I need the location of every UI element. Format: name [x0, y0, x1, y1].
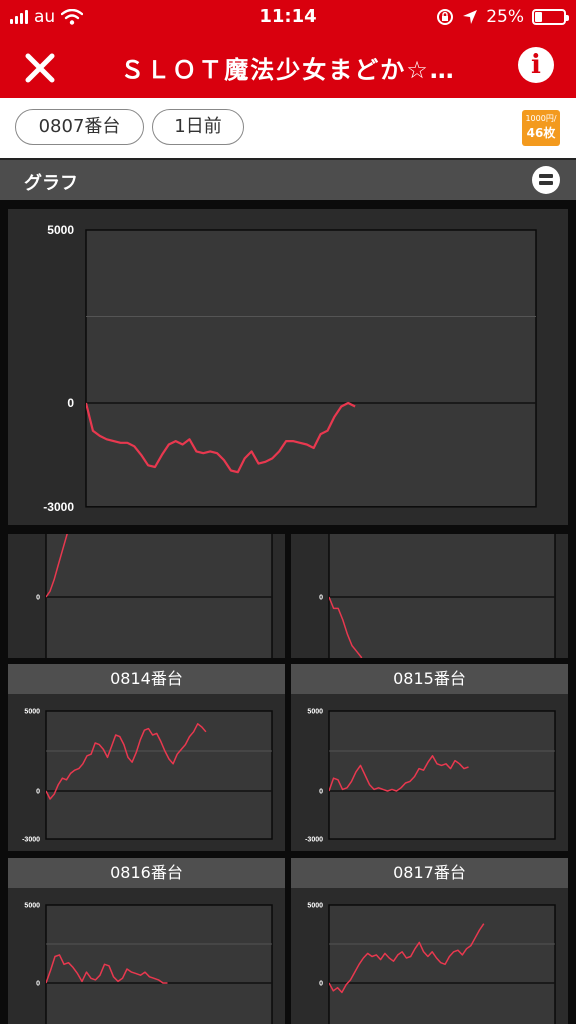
- plot-area: [328, 534, 556, 658]
- unit-label-0814[interactable]: 0814番台: [8, 664, 285, 694]
- close-icon[interactable]: [18, 46, 62, 90]
- list-toggle-icon[interactable]: [532, 166, 560, 194]
- y-tick-label: 0: [319, 594, 323, 601]
- y-tick-label: -3000: [43, 500, 74, 514]
- day-select-button[interactable]: 1日前: [152, 109, 244, 145]
- unit-label-0815[interactable]: 0815番台: [291, 664, 568, 694]
- y-tick-label: 5000: [307, 708, 323, 715]
- y-tick-label: -3000: [22, 836, 40, 843]
- plot-area: [45, 904, 273, 1024]
- nav-bar: ＳＬＯＴ魔法少女まどか☆… i: [0, 36, 576, 98]
- unit-label-0816[interactable]: 0816番台: [8, 858, 285, 888]
- small-chart-0815[interactable]: 5000 0 -3000: [291, 694, 568, 851]
- y-tick-label: -3000: [305, 836, 323, 843]
- y-tick-label: 0: [36, 980, 40, 987]
- main-chart: 5000 0 -3000: [8, 209, 568, 525]
- plot-area: [85, 229, 537, 508]
- y-tick-label: 0: [36, 594, 40, 601]
- small-chart-0817-svg: 50000-3000: [307, 902, 556, 1024]
- section-title: グラフ: [24, 173, 78, 194]
- small-chart-2: 0-3000: [291, 534, 568, 658]
- small-chart-0816-svg: 50000-3000: [24, 902, 273, 1024]
- battery-fill: [535, 12, 542, 22]
- y-tick-label: 5000: [47, 223, 74, 237]
- y-tick-label: 0: [36, 788, 40, 795]
- small-chart-0815-svg: 5000 0 -3000: [305, 708, 556, 843]
- unit-label-0817[interactable]: 0817番台: [291, 858, 568, 888]
- info-icon[interactable]: i: [518, 47, 554, 83]
- small-chart-0817[interactable]: 50000-3000: [291, 888, 568, 1024]
- battery-icon: [532, 9, 569, 25]
- graph-section-header: グラフ: [0, 160, 576, 200]
- filter-toolbar: 0807番台 1日前: [0, 98, 576, 158]
- plot-area: [45, 710, 273, 840]
- main-chart-svg: 5000 0 -3000: [43, 223, 537, 514]
- plot-area: [328, 904, 556, 1024]
- small-chart-0814-svg: 5000 0 -3000: [22, 708, 273, 843]
- plot-area: [45, 534, 273, 658]
- coin-rate-line1: 1000円/: [525, 114, 557, 123]
- status-bar: au 11:14 25%: [0, 0, 576, 36]
- small-chart-0814[interactable]: 5000 0 -3000: [8, 694, 285, 851]
- battery-percent: 25%: [486, 7, 524, 27]
- location-arrow-icon: [463, 10, 478, 24]
- small-chart-2-svg: 0-3000: [319, 534, 556, 658]
- small-chart-1: 0-3000: [8, 534, 285, 658]
- y-tick-label: 0: [319, 980, 323, 987]
- page-title: ＳＬＯＴ魔法少女まどか☆…: [120, 56, 456, 84]
- plot-area: [328, 710, 556, 840]
- y-tick-label: 5000: [24, 708, 40, 715]
- coin-rate-badge[interactable]: 1000円/ 46枚: [522, 110, 560, 146]
- y-tick-label: 5000: [307, 902, 323, 909]
- small-chart-0816[interactable]: 50000-3000: [8, 888, 285, 1024]
- y-tick-label: 5000: [24, 902, 40, 909]
- small-chart-1-svg: 0-3000: [36, 534, 273, 658]
- y-tick-label: 0: [67, 396, 74, 410]
- status-right: 25%: [436, 6, 569, 28]
- y-tick-label: 0: [319, 788, 323, 795]
- coin-rate-line2: 46枚: [526, 126, 556, 140]
- unit-select-button[interactable]: 0807番台: [15, 109, 144, 145]
- rotation-lock-icon: [437, 9, 454, 25]
